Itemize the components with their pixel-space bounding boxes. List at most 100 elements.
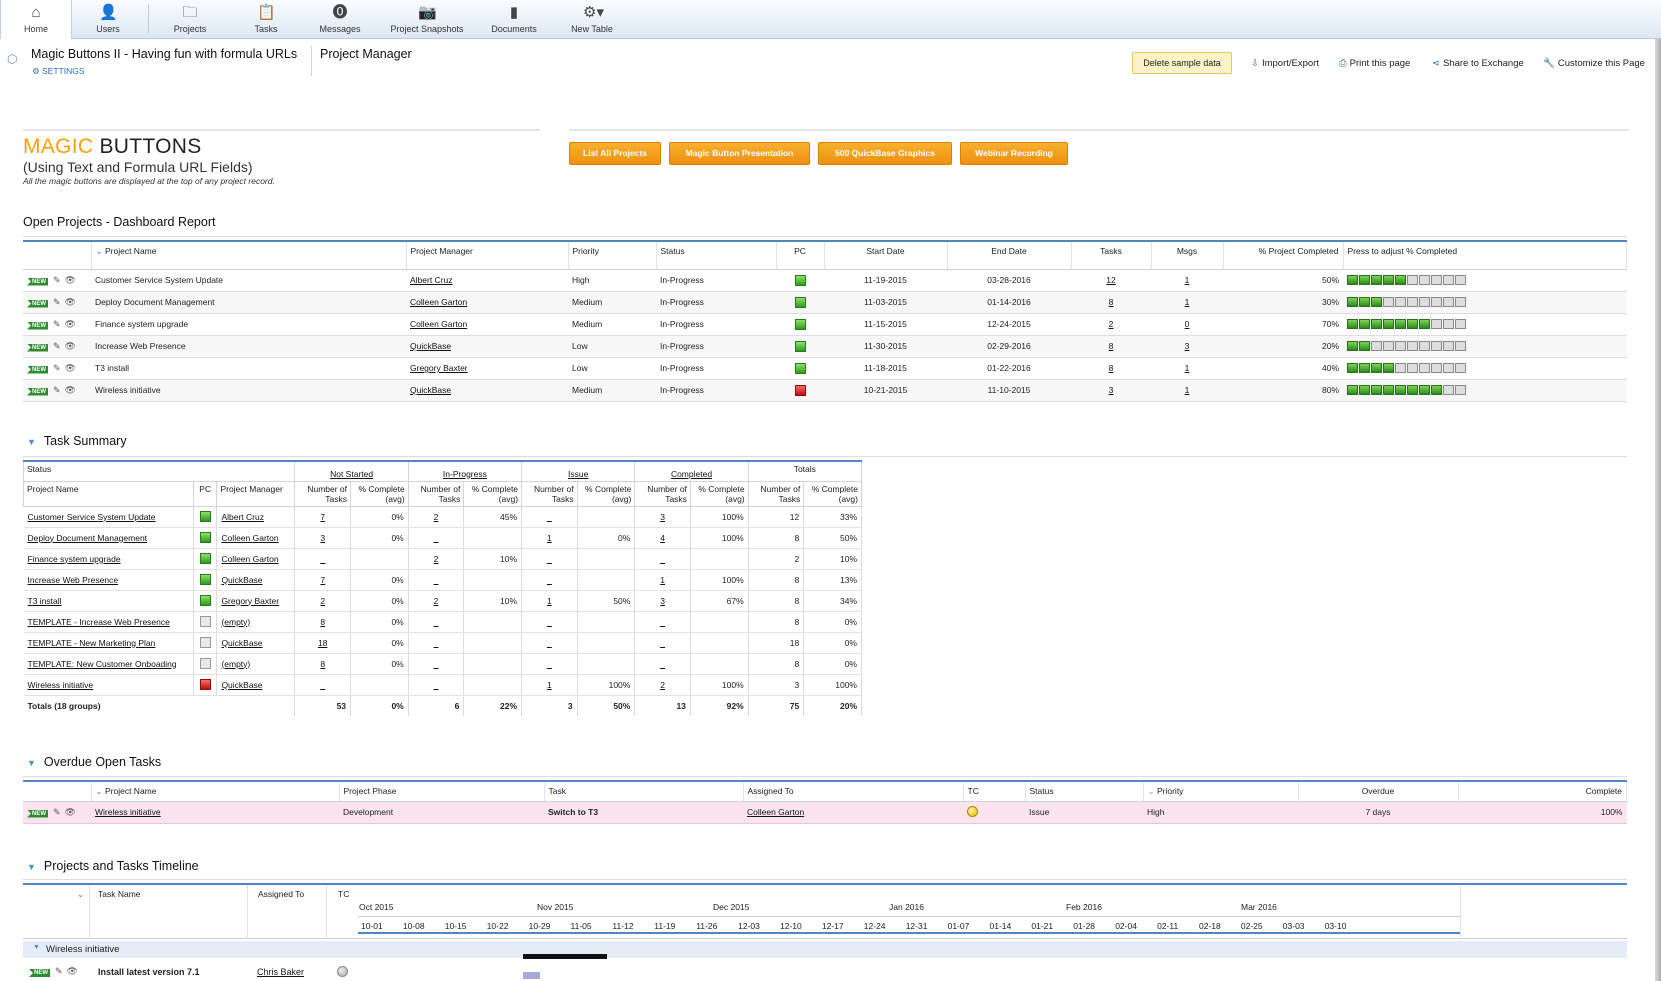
summary-project-link[interactable]: Finance system upgrade <box>28 554 121 564</box>
ov-assigned-link[interactable]: Colleen Garton <box>747 807 804 817</box>
edit-pencil-icon[interactable]: ✎ <box>53 297 61 307</box>
ts-col-number-of-tasks[interactable]: Number of Tasks <box>521 480 578 507</box>
summary-manager-link[interactable]: QuickBase <box>221 575 262 585</box>
tl-col-tc[interactable]: TC <box>338 889 349 899</box>
project-manager-link[interactable]: Colleen Garton <box>410 319 467 329</box>
ts-col-number-of-tasks[interactable]: Number of Tasks <box>747 480 805 507</box>
settings-link[interactable]: ⚙ SETTINGS <box>32 66 85 77</box>
col-tasks[interactable]: Tasks <box>1071 241 1152 270</box>
summary-row[interactable]: Wireless initiative QuickBase _ _ 1 100% 2 100%… <box>23 674 862 696</box>
progress-step-button[interactable] <box>1347 319 1358 330</box>
progress-step-button[interactable] <box>1395 297 1406 308</box>
col-end-date[interactable]: End Date <box>947 241 1072 270</box>
progress-step-button[interactable] <box>1347 341 1358 352</box>
summary-manager-link[interactable]: (empty) <box>221 617 250 627</box>
app-cube-icon[interactable]: ⬡ <box>7 52 17 66</box>
summary-row[interactable]: Finance system upgrade Colleen Garton _ 2 10… <box>23 548 862 570</box>
task-count-link[interactable]: _ <box>547 554 552 564</box>
new-tag[interactable]: NEW <box>29 969 50 977</box>
ts-group-in-progress[interactable]: In-Progress <box>407 460 523 482</box>
print-page-link[interactable]: ⎙ Print this page <box>1339 58 1410 69</box>
ov-col-priority[interactable]: ⌄ Priority <box>1143 781 1299 802</box>
task-count-link[interactable]: 7 <box>320 575 325 585</box>
progress-step-button[interactable] <box>1455 363 1466 374</box>
summary-project-link[interactable]: Wireless initiative <box>28 680 94 690</box>
progress-step-button[interactable] <box>1347 385 1358 396</box>
ov-col-assigned[interactable]: Assigned To <box>743 781 964 802</box>
task-count-link[interactable]: _ <box>434 617 439 627</box>
col-project-name[interactable]: ⌄ Project Name <box>91 241 407 270</box>
timeline-title[interactable]: ▼ Projects and Tasks Timeline <box>27 859 199 873</box>
summary-row[interactable]: Customer Service System Update Albert Cru… <box>23 506 862 528</box>
progress-step-button[interactable] <box>1407 363 1418 374</box>
progress-step-button[interactable] <box>1443 297 1454 308</box>
progress-step-button[interactable] <box>1359 341 1370 352</box>
progress-step-button[interactable] <box>1419 363 1430 374</box>
progress-step-button[interactable] <box>1407 341 1418 352</box>
ts-col-percent-complete[interactable]: % Complete (avg) <box>803 480 862 507</box>
col-start-date[interactable]: Start Date <box>824 241 948 270</box>
msgs-count-link[interactable]: 3 <box>1185 341 1190 351</box>
ts-group-completed[interactable]: Completed <box>634 460 749 482</box>
import-export-link[interactable]: ⇩ Import/Export <box>1251 58 1319 69</box>
task-count-link[interactable]: 8 <box>320 659 325 669</box>
nav-project-snapshots[interactable]: 📷 Project Snapshots <box>378 0 476 39</box>
view-eye-icon[interactable]: 👁 <box>65 363 76 373</box>
progress-step-button[interactable] <box>1359 363 1370 374</box>
tasks-count-link[interactable]: 3 <box>1109 385 1114 395</box>
progress-step-button[interactable] <box>1371 297 1382 308</box>
task-count-link[interactable]: _ <box>660 659 665 669</box>
progress-step-button[interactable] <box>1443 341 1454 352</box>
overdue-row[interactable]: NEW ✎ 👁 Wireless initiative Development Sw… <box>23 801 1627 824</box>
progress-step-button[interactable] <box>1419 341 1430 352</box>
progress-step-button[interactable] <box>1383 385 1394 396</box>
view-eye-icon[interactable]: 👁 <box>65 275 76 285</box>
progress-step-button[interactable] <box>1407 385 1418 396</box>
progress-step-button[interactable] <box>1395 363 1406 374</box>
col-pc[interactable]: PC <box>776 241 825 270</box>
progress-step-button[interactable] <box>1371 363 1382 374</box>
view-eye-icon[interactable]: 👁 <box>65 297 76 307</box>
ts-col-number-of-tasks[interactable]: Number of Tasks <box>407 480 465 507</box>
ts-col-percent-complete[interactable]: % Complete (avg) <box>689 480 749 507</box>
progress-step-button[interactable] <box>1371 319 1382 330</box>
ov-col-phase[interactable]: Project Phase <box>339 781 545 802</box>
ts-col-percent-complete[interactable]: % Complete (avg) <box>576 480 636 507</box>
ts-group-not-started[interactable]: Not Started <box>294 460 409 482</box>
col-msgs[interactable]: Msgs <box>1151 241 1224 270</box>
progress-step-button[interactable] <box>1455 341 1466 352</box>
task-count-link[interactable]: 18 <box>318 638 327 648</box>
progress-step-button[interactable] <box>1431 319 1442 330</box>
progress-step-button[interactable] <box>1407 319 1418 330</box>
timeline-sort-icon[interactable]: ⌄ <box>77 889 84 900</box>
app-title[interactable]: Magic Buttons II - Having fun with formu… <box>31 47 297 61</box>
col-percent-completed[interactable]: % Project Completed <box>1223 241 1344 270</box>
summary-project-link[interactable]: T3 install <box>28 596 62 606</box>
task-count-link[interactable]: 1 <box>547 596 552 606</box>
task-count-link[interactable]: 7 <box>320 512 325 522</box>
progress-step-button[interactable] <box>1347 275 1358 286</box>
msgs-count-link[interactable]: 1 <box>1185 363 1190 373</box>
project-manager-link[interactable]: QuickBase <box>410 385 451 395</box>
task-count-link[interactable]: 2 <box>434 554 439 564</box>
summary-manager-link[interactable]: Gregory Baxter <box>221 596 279 606</box>
ts-col-number-of-tasks[interactable]: Number of Tasks <box>294 480 352 507</box>
progress-step-button[interactable] <box>1419 319 1430 330</box>
progress-step-button[interactable] <box>1359 385 1370 396</box>
ts-col-percent-complete[interactable]: % Complete (avg) <box>463 480 523 507</box>
edit-pencil-icon[interactable]: ✎ <box>53 807 61 817</box>
progress-step-button[interactable] <box>1443 319 1454 330</box>
ts-col-project-manager[interactable]: Project Manager <box>216 480 296 507</box>
progress-step-button[interactable] <box>1443 385 1454 396</box>
task-count-link[interactable]: _ <box>320 554 325 564</box>
ov-col-overdue[interactable]: Overdue <box>1298 781 1459 802</box>
nav-new-table[interactable]: ⚙▾ New Table <box>552 0 632 39</box>
nav-documents[interactable]: ▮ Documents <box>476 0 552 39</box>
summary-row[interactable]: TEMPLATE - Increase Web Presence (empty) 8… <box>23 611 862 633</box>
nav-users[interactable]: 👤 Users <box>72 0 144 39</box>
project-manager-link[interactable]: QuickBase <box>410 341 451 351</box>
ov-col-status[interactable]: Status <box>1025 781 1144 802</box>
progress-step-button[interactable] <box>1383 319 1394 330</box>
project-row[interactable]: NEW ✎ 👁 Wireless initiative QuickBase Medium I… <box>23 379 1627 402</box>
ov-col-tc[interactable]: TC <box>963 781 1026 802</box>
